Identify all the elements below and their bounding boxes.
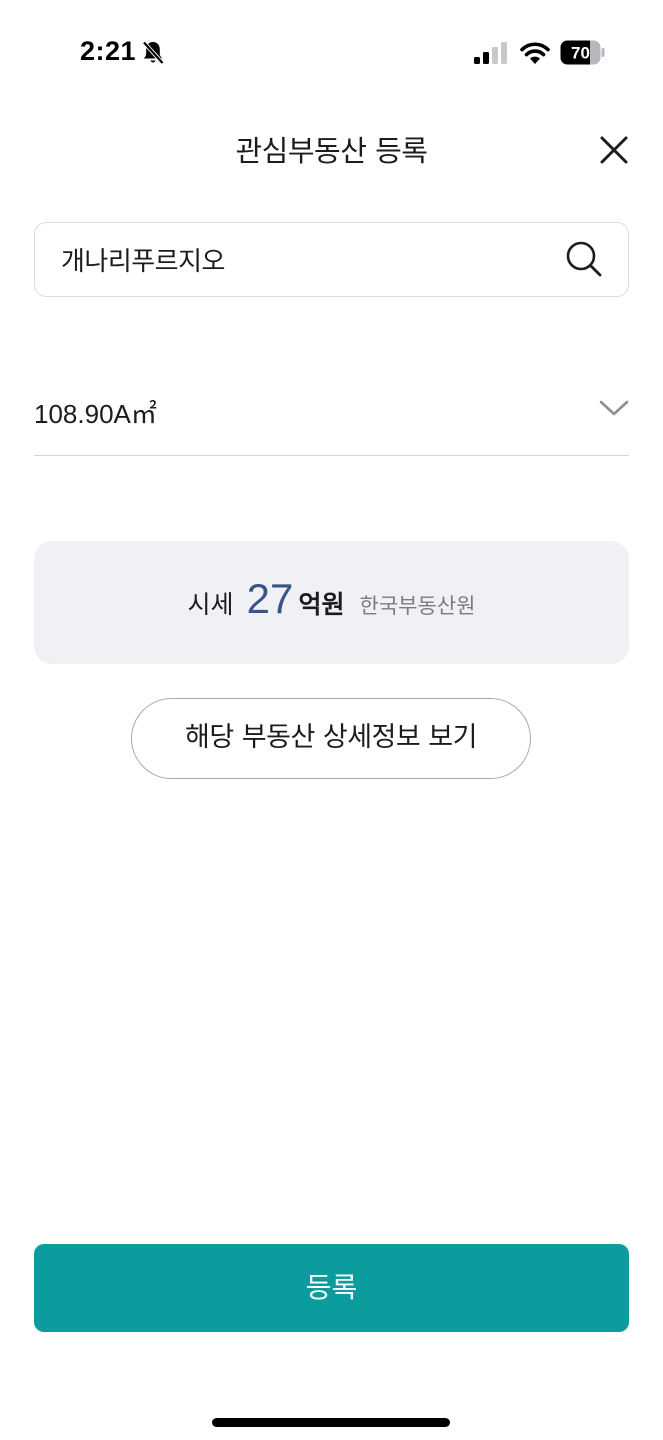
price-source: 한국부동산원 bbox=[359, 594, 476, 618]
area-select[interactable]: 108.90A㎡ bbox=[34, 368, 629, 456]
bell-slash-icon bbox=[142, 41, 164, 65]
view-details-button[interactable]: 해당 부동산 상세정보 보기 bbox=[131, 698, 531, 779]
price-label: 시세 bbox=[187, 590, 234, 619]
search-box bbox=[34, 222, 629, 297]
price-unit: 억원 bbox=[298, 590, 345, 619]
status-time: 2:21 bbox=[80, 36, 137, 66]
wifi-icon bbox=[520, 42, 550, 64]
area-selected-value: 108.90A㎡ bbox=[34, 399, 157, 429]
search-input[interactable] bbox=[61, 223, 561, 295]
page-title: 관심부동산 등록 bbox=[235, 134, 428, 168]
cellular-signal-icon bbox=[474, 42, 507, 64]
home-indicator bbox=[212, 1418, 450, 1427]
price-card: 시세 27 억원 한국부동산원 bbox=[34, 541, 629, 664]
price-value: 27 bbox=[246, 575, 294, 622]
close-icon bbox=[600, 136, 628, 164]
chevron-down-icon bbox=[599, 400, 629, 416]
search-icon[interactable] bbox=[565, 240, 603, 278]
battery-level: 70 bbox=[571, 44, 590, 63]
register-button[interactable]: 등록 bbox=[34, 1244, 629, 1332]
status-bar: 2:21 70 bbox=[0, 0, 663, 100]
close-button[interactable] bbox=[596, 132, 632, 168]
battery-icon: 70 bbox=[560, 40, 605, 65]
price-line: 시세 27 억원 한국부동산원 bbox=[34, 575, 629, 623]
